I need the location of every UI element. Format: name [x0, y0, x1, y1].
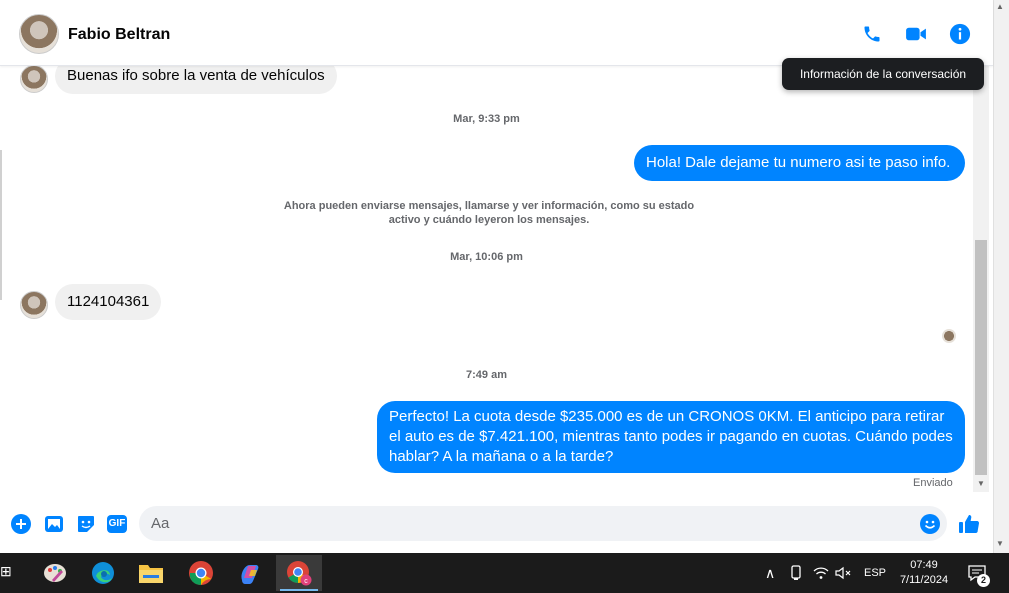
message-timestamp: Mar, 9:33 pm: [453, 113, 520, 125]
volume-muted-icon[interactable]: [835, 553, 851, 593]
clock-time: 07:49: [910, 559, 938, 571]
divider: [0, 150, 2, 300]
edge-browser-icon[interactable]: [80, 555, 126, 591]
sent-status: Enviado: [913, 477, 953, 489]
thumbs-up-icon[interactable]: [958, 513, 980, 535]
gif-icon[interactable]: GIF: [106, 513, 128, 535]
page-scrollbar[interactable]: ▲ ▼: [993, 0, 1009, 553]
system-notice: Ahora pueden enviarse mensajes, llamarse…: [283, 200, 695, 226]
video-call-icon[interactable]: [904, 22, 928, 46]
messenger-window: Buenas ifo sobre la venta de vehículos M…: [0, 0, 1009, 593]
conversation-header: Fabio Beltran: [0, 0, 993, 66]
file-explorer-icon[interactable]: [128, 555, 174, 591]
message-timestamp: Mar, 10:06 pm: [450, 251, 523, 263]
contact-name[interactable]: Fabio Beltran: [68, 26, 170, 44]
scrollbar-thumb[interactable]: [975, 240, 987, 475]
clock-date: 7/11/2024: [899, 574, 949, 586]
scroll-down-icon[interactable]: ▼: [996, 539, 1004, 548]
gif-label: GIF: [106, 515, 128, 533]
info-icon[interactable]: [948, 22, 972, 46]
outgoing-message: Perfecto! La cuota desde $235.000 es de …: [377, 401, 965, 473]
contact-avatar-small: [20, 291, 48, 319]
show-hidden-icons[interactable]: ∧: [765, 553, 775, 593]
notification-badge: 2: [977, 574, 990, 587]
info-tooltip: Información de la conversación: [782, 58, 984, 90]
photo-icon[interactable]: [43, 513, 65, 535]
message-composer: GIF: [0, 500, 993, 553]
emoji-icon[interactable]: [919, 513, 941, 535]
notification-center-icon[interactable]: 2: [967, 553, 990, 593]
wifi-icon[interactable]: [813, 553, 829, 593]
task-view-icon[interactable]: ⊞: [0, 563, 12, 580]
contact-avatar-small: [20, 65, 48, 93]
phone-icon[interactable]: [860, 22, 884, 46]
outgoing-message: Hola! Dale dejame tu numero asi te paso …: [634, 145, 965, 181]
contact-avatar[interactable]: [19, 14, 59, 54]
sticker-icon[interactable]: [75, 513, 97, 535]
windows-taskbar: ⊞ c ∧ ESP 07:49 7/11/2024 2: [0, 553, 1009, 593]
copilot-icon[interactable]: [227, 555, 273, 591]
chrome-profile-icon[interactable]: c: [276, 555, 322, 591]
language-indicator[interactable]: ESP: [864, 553, 886, 593]
plus-icon[interactable]: [10, 513, 32, 535]
device-icon[interactable]: [789, 553, 803, 593]
message-timestamp: 7:49 am: [466, 369, 507, 381]
chevron-up-icon[interactable]: ∧: [765, 565, 775, 582]
message-input[interactable]: [139, 506, 947, 541]
scroll-down-icon[interactable]: ▼: [975, 478, 987, 490]
svg-text:c: c: [304, 578, 308, 585]
system-clock[interactable]: 07:49 7/11/2024: [890, 558, 958, 588]
scroll-up-icon[interactable]: ▲: [996, 2, 1004, 11]
chrome-icon[interactable]: [178, 555, 224, 591]
seen-indicator-avatar: [942, 329, 956, 343]
incoming-message: 1124104361: [55, 284, 162, 320]
paint-app-icon[interactable]: [32, 555, 78, 591]
